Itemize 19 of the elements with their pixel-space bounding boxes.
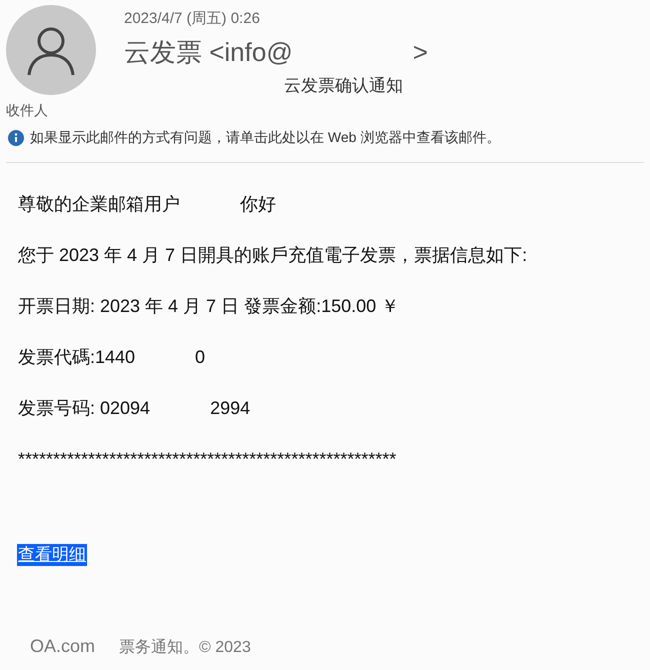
body-text: 你好 [240,193,276,216]
body-text: 发票号码: 02094 [18,397,150,420]
email-date: 2023/4/7 (周五) 0:26 [124,9,261,29]
recipient-label: 收件人 [6,101,49,120]
body-text: 尊敬的企業邮箱用户 [18,193,180,216]
footer-brand: OA.com [30,635,96,658]
email-subject: 云发票确认通知 [284,74,404,96]
body-text: 0 [195,346,206,369]
body-text: 发票代碼:1440 [18,346,136,369]
sender-name: 云发票 <info@ [124,36,293,68]
body-text: ****************************************************** [18,448,396,471]
footer-note: 票务通知。© 2023 [119,638,251,658]
info-icon [8,130,24,146]
body-text: 您于 2023 年 4 月 7 日開具的账戶充值電子发票，票据信息如下: [18,244,528,267]
body-text: 开票日期: 2023 年 4 月 7 日 發票金额:150.00 ￥ [18,295,400,318]
sender-bracket: > [412,36,428,68]
body-text: 2994 [210,397,250,420]
view-in-browser-notice[interactable]: 如果显示此邮件的方式有问题，请单击此处以在 Web 浏览器中查看该邮件。 [30,127,500,148]
details-link[interactable]: 查看明细 [17,544,87,566]
